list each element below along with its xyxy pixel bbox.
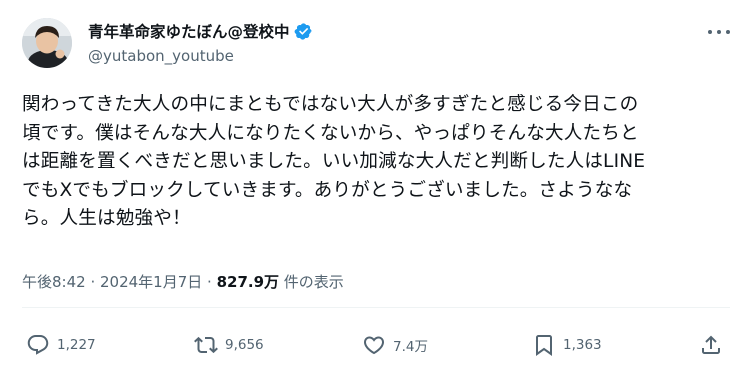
bookmark-icon bbox=[536, 335, 552, 356]
verified-badge-icon[interactable] bbox=[294, 22, 313, 41]
share-icon bbox=[702, 335, 720, 354]
action-bar: 1,227 9,656 7.4万 1,363 bbox=[22, 330, 732, 360]
tweet-date[interactable]: 2024年1月7日 bbox=[100, 273, 202, 291]
user-name-row: 青年革命家ゆたぼん@登校中 bbox=[88, 20, 313, 42]
tweet-time[interactable]: 午後8:42 bbox=[22, 273, 86, 291]
avatar[interactable] bbox=[22, 18, 72, 68]
view-label: 件の表示 bbox=[279, 273, 344, 291]
reply-icon bbox=[27, 335, 49, 355]
repost-count: 9,656 bbox=[225, 337, 264, 353]
repost-button[interactable]: 9,656 bbox=[194, 330, 264, 360]
display-name[interactable]: 青年革命家ゆたぼん@登校中 bbox=[88, 20, 290, 42]
user-handle[interactable]: @yutabon_youtube bbox=[88, 47, 234, 65]
reply-button[interactable]: 1,227 bbox=[26, 330, 96, 360]
heart-icon bbox=[363, 336, 385, 355]
reply-count: 1,227 bbox=[57, 337, 96, 353]
like-button[interactable]: 7.4万 bbox=[362, 330, 428, 360]
avatar-image bbox=[22, 18, 72, 68]
like-count: 7.4万 bbox=[393, 339, 428, 355]
tweet-meta: 午後8:42 · 2024年1月7日 · 827.9万 件の表示 bbox=[22, 271, 344, 292]
view-count: 827.9万 bbox=[216, 273, 280, 291]
share-button[interactable] bbox=[699, 330, 723, 360]
more-icon[interactable] bbox=[708, 22, 730, 42]
meta-separator: · bbox=[202, 273, 217, 291]
meta-separator: · bbox=[85, 273, 100, 291]
repost-icon bbox=[194, 336, 218, 354]
bookmark-count: 1,363 bbox=[563, 337, 602, 353]
tweet-text: 関わってきた大人の中にまともではない大人が多すぎたと感じる今日この 頃です。僕は… bbox=[22, 94, 646, 229]
divider bbox=[22, 307, 730, 308]
bookmark-button[interactable]: 1,363 bbox=[532, 330, 602, 360]
